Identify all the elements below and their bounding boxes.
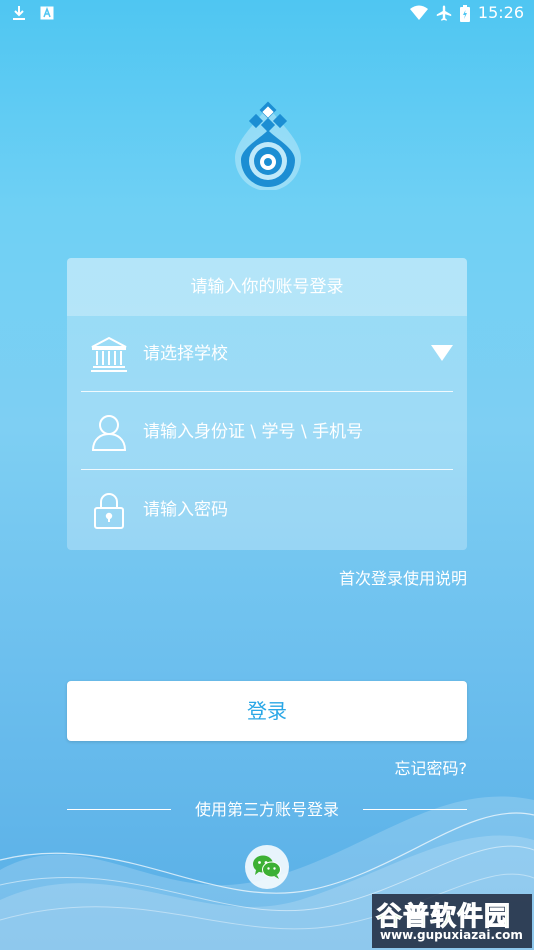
download-icon (12, 5, 26, 21)
school-select-placeholder: 请选择学校 (143, 344, 228, 364)
user-icon (89, 412, 129, 452)
first-login-help-link[interactable]: 首次登录使用说明 (339, 565, 467, 589)
password-input[interactable]: 请输入密码 (81, 472, 453, 548)
password-input-placeholder: 请输入密码 (143, 500, 228, 520)
divider-line-right (363, 809, 467, 810)
school-select[interactable]: 请选择学校 (81, 316, 453, 392)
third-party-login-divider: 使用第三方账号登录 (67, 798, 467, 822)
divider (81, 469, 453, 470)
wifi-icon (409, 5, 428, 21)
lock-icon (89, 490, 129, 530)
status-time: 15:26 (477, 3, 524, 22)
watermark: 谷普软件园 www.gupuxiazai.com (372, 894, 532, 948)
login-button[interactable]: 登录 (67, 681, 467, 741)
status-bar-left (12, 5, 54, 21)
divider (81, 391, 453, 392)
airplane-icon (436, 5, 452, 21)
login-card-header: 请输入你的账号登录 (67, 258, 467, 316)
a-badge-icon (40, 6, 54, 20)
watermark-url: www.gupuxiazai.com (380, 928, 523, 942)
id-input[interactable]: 请输入身份证 \ 学号 \ 手机号 (81, 394, 453, 470)
login-card: 请输入你的账号登录 请选择学校 请输入身份证 \ 学号 \ 手机号 请输入密码 (67, 258, 467, 550)
id-input-placeholder: 请输入身份证 \ 学号 \ 手机号 (143, 422, 364, 442)
login-screen: 15:26 请输入你的账号登录 请选择学校 请输入身份证 \ 学号 \ 手机号 … (0, 0, 534, 950)
third-party-login-label: 使用第三方账号登录 (194, 800, 339, 819)
wechat-login-button[interactable] (245, 845, 289, 889)
status-bar-right: 15:26 (409, 3, 524, 22)
battery-icon (459, 4, 470, 22)
school-building-icon (89, 334, 129, 374)
forgot-password-link[interactable]: 忘记密码? (395, 755, 468, 779)
app-logo-icon (231, 100, 305, 191)
dropdown-triangle-icon[interactable] (431, 345, 453, 361)
status-bar: 15:26 (0, 0, 534, 28)
